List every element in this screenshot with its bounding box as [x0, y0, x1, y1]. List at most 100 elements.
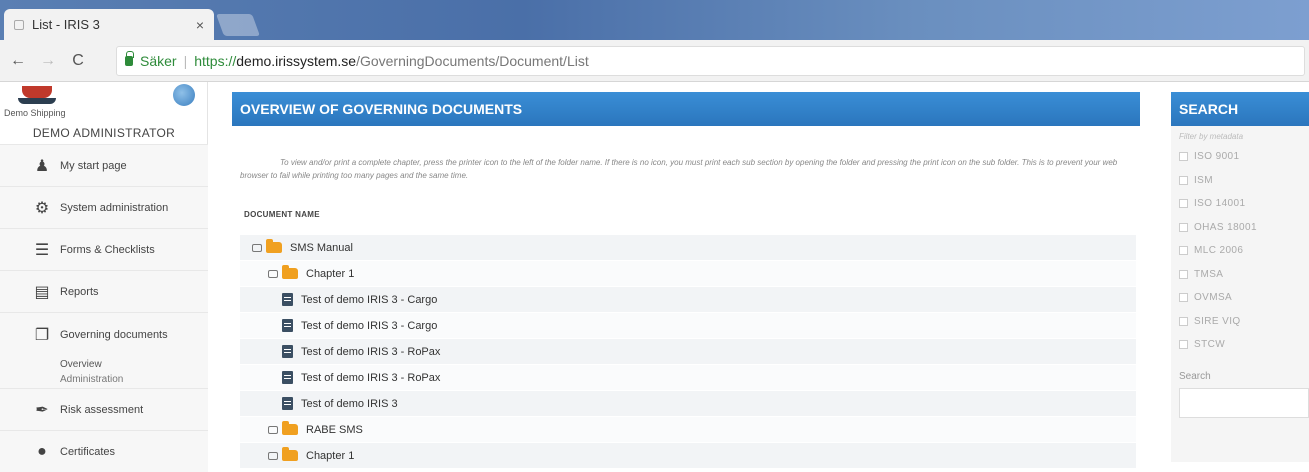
column-header-document-name: DOCUMENT NAME: [244, 210, 320, 219]
tree-folder-row[interactable]: SMS Manual: [240, 235, 1136, 261]
tree-document-row[interactable]: Test of demo IRIS 3 - Cargo: [240, 287, 1136, 313]
filter-option[interactable]: MLC 2006: [1179, 239, 1309, 263]
tree-item-label: Chapter 1: [306, 449, 355, 462]
filter-checkbox[interactable]: [1179, 293, 1188, 303]
filter-label: SIRE VIQ: [1194, 315, 1241, 327]
filter-checkbox[interactable]: [1179, 246, 1188, 256]
tree-item-label: Test of demo IRIS 3: [301, 397, 398, 410]
sidebar-item-my-start-page[interactable]: ♟ My start page: [0, 144, 208, 186]
tree-item-label: Test of demo IRIS 3 - RoPax: [301, 371, 441, 384]
filter-label: OVMSA: [1194, 292, 1233, 304]
filter-label: OHAS 18001: [1194, 221, 1257, 233]
document-icon: [282, 293, 293, 306]
user-name: DEMO ADMINISTRATOR: [32, 126, 176, 140]
filter-label: ISO 9001: [1194, 151, 1240, 163]
printer-icon[interactable]: [268, 425, 278, 434]
tree-document-row[interactable]: Test of demo IRIS 3 - Cargo: [240, 313, 1136, 339]
sidebar-item-system-administration[interactable]: ⚙ System administration: [0, 186, 208, 228]
filter-checkbox[interactable]: [1179, 340, 1188, 350]
filter-checkbox[interactable]: [1179, 316, 1188, 326]
globe-icon[interactable]: [173, 84, 195, 106]
filter-checkbox[interactable]: [1179, 175, 1188, 185]
secure-label: Säker: [140, 53, 177, 69]
filter-option[interactable]: STCW: [1179, 333, 1309, 357]
tree-folder-row[interactable]: Chapter 1: [240, 261, 1136, 287]
document-icon: [282, 371, 293, 384]
sidebar-item-reports[interactable]: ▤ Reports: [0, 270, 208, 312]
url-path: /GoverningDocuments/Document/List: [356, 53, 589, 69]
tree-item-label: RABE SMS: [306, 423, 363, 436]
submenu-item-overview[interactable]: Overview: [60, 357, 123, 372]
url-protocol: https://: [194, 53, 237, 69]
reload-icon[interactable]: C: [66, 52, 90, 70]
sidebar-item-label: Certificates: [60, 445, 116, 458]
folder-icon: [282, 265, 298, 279]
document-icon: [282, 345, 293, 358]
intro-text: To view and/or print a complete chapter,…: [240, 158, 1118, 180]
list-icon: ☰: [34, 241, 50, 259]
company-logo[interactable]: Demo Shipping: [4, 84, 66, 120]
filter-option[interactable]: OHAS 18001: [1179, 216, 1309, 240]
address-bar[interactable]: Säker | https://demo.irissystem.se/Gover…: [116, 46, 1305, 76]
filter-option[interactable]: ISM: [1179, 169, 1309, 193]
logo-text: Demo Shipping: [4, 108, 66, 118]
tree-folder-row[interactable]: RABE SMS: [240, 417, 1136, 443]
printer-icon[interactable]: [252, 243, 262, 252]
filter-checkbox[interactable]: [1179, 269, 1188, 279]
filter-option[interactable]: TMSA: [1179, 263, 1309, 287]
close-tab-icon[interactable]: ×: [196, 17, 204, 33]
folder-icon: [266, 239, 282, 253]
page-icon: [14, 19, 24, 30]
document-tree: SMS Manual Chapter 1 Test of demo IRIS 3 -…: [240, 235, 1136, 469]
document-icon: [282, 319, 293, 332]
url-separator: |: [183, 53, 188, 69]
tab-title: List - IRIS 3: [32, 17, 100, 32]
sidebar-item-risk-assessment[interactable]: ✒ Risk assessment: [0, 388, 208, 430]
filter-label: MLC 2006: [1194, 245, 1244, 257]
folder-icon: [282, 447, 298, 461]
filter-checkbox[interactable]: [1179, 222, 1188, 232]
url-host: demo.irissystem.se: [236, 53, 357, 69]
tree-item-label: Test of demo IRIS 3 - Cargo: [301, 319, 438, 332]
person-icon: ♟: [34, 157, 50, 175]
filter-checkbox[interactable]: [1179, 152, 1188, 162]
printer-icon[interactable]: [268, 269, 278, 278]
filter-option[interactable]: SIRE VIQ: [1179, 310, 1309, 334]
filter-option[interactable]: ISO 9001: [1179, 145, 1309, 169]
lock-icon: [125, 51, 134, 66]
tree-document-row[interactable]: Test of demo IRIS 3 - RoPax: [240, 365, 1136, 391]
document-icon: [282, 397, 293, 410]
tree-item-label: Chapter 1: [306, 267, 355, 280]
tree-folder-row[interactable]: Chapter 1: [240, 443, 1136, 469]
filter-checkbox[interactable]: [1179, 199, 1188, 209]
sidebar-item-label: System administration: [60, 201, 169, 214]
search-input[interactable]: [1179, 387, 1309, 418]
sidebar: Demo Shipping DEMO ADMINISTRATOR ♟ My st…: [0, 82, 208, 472]
gear-icon: ⚙: [34, 199, 50, 217]
tree-document-row[interactable]: Test of demo IRIS 3: [240, 391, 1136, 417]
printer-icon[interactable]: [268, 451, 278, 460]
forward-icon[interactable]: →: [36, 52, 60, 70]
certificate-icon: ●: [37, 442, 47, 460]
sidebar-item-label: Governing documents: [60, 329, 168, 341]
filter-label: ISO 14001: [1194, 198, 1246, 210]
submenu-item-administration[interactable]: Administration: [60, 372, 123, 387]
new-tab-button[interactable]: [215, 14, 261, 36]
folder-icon: [282, 421, 298, 435]
sidebar-item-certificates[interactable]: ● Certificates: [0, 430, 208, 472]
filter-option[interactable]: OVMSA: [1179, 286, 1309, 310]
filter-list: ISO 9001 ISM ISO 14001 OHAS 18001 MLC 2006 TM…: [1171, 141, 1309, 357]
main-panel: OVERVIEW OF GOVERNING DOCUMENTS To view …: [232, 92, 1140, 469]
sidebar-item-label: Risk assessment: [60, 403, 144, 416]
logo-ship-shape: [22, 86, 52, 98]
sidebar-item-governing-documents[interactable]: ❐ Governing documents Overview Administr…: [0, 312, 208, 388]
page-title: OVERVIEW OF GOVERNING DOCUMENTS: [232, 92, 1140, 126]
tree-document-row[interactable]: Test of demo IRIS 3 - RoPax: [240, 339, 1136, 365]
tree-item-label: Test of demo IRIS 3 - Cargo: [301, 293, 438, 306]
filter-option[interactable]: ISO 14001: [1179, 192, 1309, 216]
logo-hull-shape: [18, 98, 56, 104]
back-icon[interactable]: ←: [6, 52, 30, 70]
tree-item-label: SMS Manual: [290, 241, 353, 254]
browser-tab[interactable]: List - IRIS 3 ×: [4, 9, 214, 40]
sidebar-item-forms-checklists[interactable]: ☰ Forms & Checklists: [0, 228, 208, 270]
